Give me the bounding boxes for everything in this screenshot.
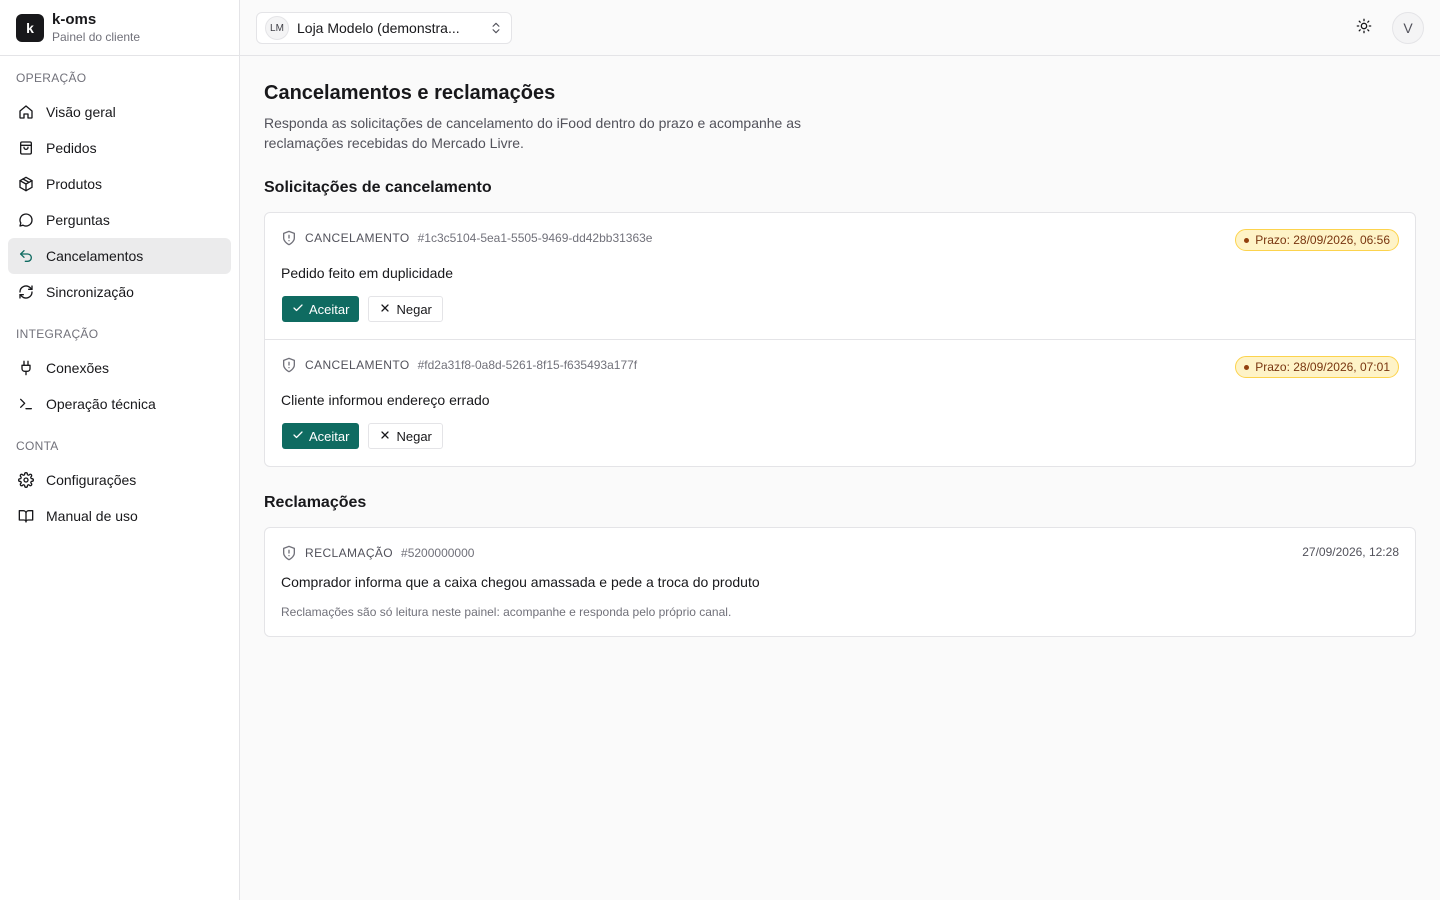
close-icon [379,302,391,317]
request-id: #1c3c5104-5ea1-5505-9469-dd42bb31363e [417,231,653,245]
store-initials: LM [265,16,289,40]
store-selector[interactable]: LM Loja Modelo (demonstra... [256,12,512,44]
sidebar-item-label: Cancelamentos [46,248,144,264]
gear-icon [18,472,34,488]
sun-icon [1356,18,1372,39]
claim-row: RECLAMAÇÃO #5200000000 27/09/2026, 12:28… [265,528,1415,636]
brand-subtitle: Painel do cliente [52,29,141,44]
claim-kind: RECLAMAÇÃO [305,546,394,560]
sidebar-item-label: Configurações [46,472,137,488]
message-circle-icon [18,212,34,228]
store-name: Loja Modelo (demonstra... [297,20,460,36]
sidebar-item-label: Pedidos [46,140,97,156]
request-id: #fd2a31f8-0a8d-5261-8f15-f635493a177f [417,358,638,372]
sidebar-item-cancelamentos[interactable]: Cancelamentos [8,238,231,274]
shield-icon [281,545,297,561]
deny-label: Negar [396,301,432,317]
shopping-bag-icon [18,140,34,156]
topbar: LM Loja Modelo (demonstra... V [240,0,1440,56]
sidebar-item-sincronizacao[interactable]: Sincronização [8,274,231,310]
sidebar-item-conexoes[interactable]: Conexões [8,350,231,386]
package-icon [18,176,34,192]
cancellation-reason: Cliente informou endereço errado [281,392,490,408]
accept-label: Aceitar [309,428,350,444]
sidebar-item-perguntas[interactable]: Perguntas [8,202,231,238]
accept-button[interactable]: Aceitar [282,296,360,322]
deadline-badge: Prazo: 28/09/2026, 07:01 [1235,356,1399,378]
deadline-badge: Prazo: 28/09/2026, 06:56 [1235,229,1399,251]
sidebar-item-manual[interactable]: Manual de uso [8,498,231,534]
claim-id: #5200000000 [401,546,475,560]
theme-toggle-button[interactable] [1352,16,1376,40]
sidebar-item-label: Conexões [46,360,110,376]
sidebar-item-configuracoes[interactable]: Configurações [8,462,231,498]
page-title: Cancelamentos e reclamações [264,82,556,104]
cancellation-row: CANCELAMENTO #fd2a31f8-0a8d-5261-8f15-f6… [265,340,1415,466]
cancellations-section-title: Solicitações de cancelamento [264,179,492,196]
request-kind: CANCELAMENTO [305,358,410,372]
accept-button[interactable]: Aceitar [282,423,360,449]
deadline-dot [1244,237,1250,243]
brand[interactable]: k k-oms Painel do cliente [0,0,239,56]
sidebar-item-produtos[interactable]: Produtos [8,166,231,202]
request-kind: CANCELAMENTO [305,231,410,245]
book-icon [18,508,34,524]
nav-heading-operacao: OPERAÇÃO [16,71,87,85]
deny-button[interactable]: Negar [368,423,443,449]
home-icon [18,104,34,120]
cancellation-row: CANCELAMENTO #1c3c5104-5ea1-5505-9469-dd… [265,213,1415,340]
claim-text: Comprador informa que a caixa chegou ama… [281,574,760,590]
deadline-text: Prazo: 28/09/2026, 07:01 [1255,360,1390,374]
close-icon [379,429,391,444]
nav-heading-conta: CONTA [16,439,59,453]
refresh-icon [18,284,34,300]
sidebar-item-pedidos[interactable]: Pedidos [8,130,231,166]
shield-icon [281,357,297,373]
page-description: Responda as solicitações de cancelamento… [264,115,802,151]
cancellation-reason: Pedido feito em duplicidade [281,265,454,281]
sidebar-item-label: Perguntas [46,212,110,228]
sidebar-item-label: Visão geral [46,104,116,120]
claim-date: 27/09/2026, 12:28 [1302,545,1399,559]
chevrons-up-down-icon [489,21,503,35]
deadline-dot [1244,364,1250,370]
claims-card: RECLAMAÇÃO #5200000000 27/09/2026, 12:28… [264,527,1416,637]
sidebar-item-label: Sincronização [46,284,134,300]
shield-icon [281,230,297,246]
sidebar-nav: OPERAÇÃO Visão geral Pedidos Produtos Pe… [0,56,239,534]
plug-icon [18,360,34,376]
sidebar-item-visao-geral[interactable]: Visão geral [8,94,231,130]
brand-logo: k [16,13,44,42]
claim-note: Reclamações são só leitura neste painel:… [281,605,732,619]
undo-icon [18,248,34,264]
deny-button[interactable]: Negar [368,296,443,322]
brand-name: k-oms [52,10,97,28]
claims-section-title: Reclamações [264,494,367,511]
user-avatar[interactable]: V [1392,12,1424,44]
sidebar-item-operacao-tecnica[interactable]: Operação técnica [8,386,231,422]
check-icon [292,429,304,444]
nav-heading-integracao: INTEGRAÇÃO [16,327,99,341]
cancellations-card: CANCELAMENTO #1c3c5104-5ea1-5505-9469-dd… [264,212,1416,467]
sidebar: k k-oms Painel do cliente OPERAÇÃO Visão… [0,0,240,900]
sidebar-item-label: Operação técnica [46,396,156,412]
terminal-icon [18,396,34,412]
deadline-text: Prazo: 28/09/2026, 06:56 [1255,233,1390,247]
check-icon [292,302,304,317]
deny-label: Negar [396,428,432,444]
sidebar-item-label: Manual de uso [46,508,138,524]
accept-label: Aceitar [309,301,350,317]
sidebar-item-label: Produtos [46,176,103,192]
